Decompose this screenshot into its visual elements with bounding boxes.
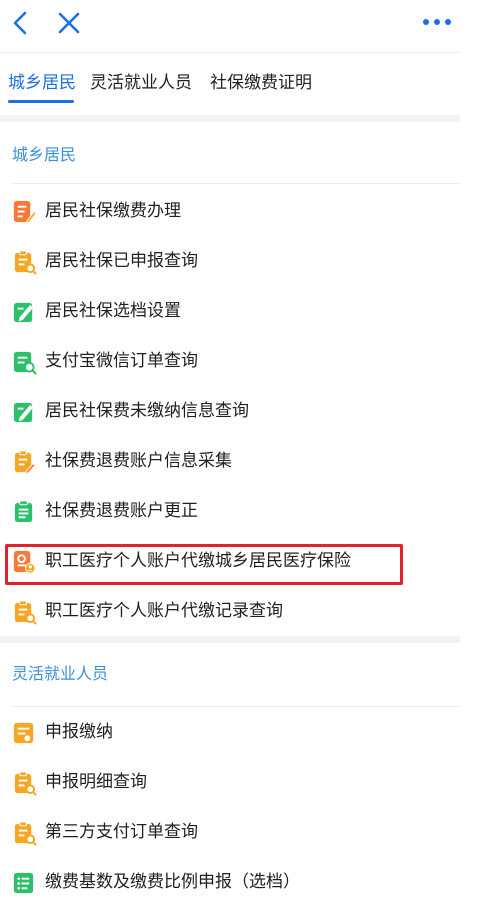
tab-bar: 城乡居民 灵活就业人员 社保缴费证明 (0, 53, 460, 115)
form-pen-icon (11, 199, 37, 225)
clipboard-search-icon (11, 770, 37, 796)
section-title-flexible-employment: 灵活就业人员 (12, 664, 109, 683)
list-item[interactable]: 支付宝微信订单查询 (0, 336, 460, 386)
clipboard-check-icon (11, 499, 37, 525)
list-item[interactable]: 申报明细查询 (0, 757, 460, 807)
edit-settings-icon (11, 299, 37, 325)
list-item-label: 居民社保费未缴纳信息查询 (45, 401, 249, 421)
list-form-icon (11, 870, 37, 896)
list-item-label: 职工医疗个人账户代缴记录查询 (45, 601, 283, 621)
list-item-label: 居民社保已申报查询 (45, 251, 198, 271)
clipboard-search-icon (11, 599, 37, 625)
list-item-label: 第三方支付订单查询 (45, 822, 198, 842)
divider (12, 183, 460, 184)
list-item[interactable]: 第三方支付订单查询 (0, 807, 460, 857)
list-item[interactable]: 居民社保缴费办理 (0, 186, 460, 236)
list-item-label: 社保费退费账户更正 (45, 501, 198, 521)
close-icon[interactable] (54, 8, 84, 38)
clipboard-search-icon (11, 820, 37, 846)
list-item-label: 社保费退费账户信息采集 (45, 451, 232, 471)
clipboard-search-icon (11, 249, 37, 275)
order-search-icon (11, 349, 37, 375)
tab-urban-rural-residents[interactable]: 城乡居民 (8, 71, 76, 95)
payment-card-icon (11, 720, 37, 746)
chevron-left-icon[interactable] (6, 8, 36, 38)
more-dots-icon[interactable] (420, 14, 454, 30)
list-item[interactable]: 居民社保已申报查询 (0, 236, 460, 286)
list-item-label: 居民社保缴费办理 (45, 201, 181, 221)
list-item[interactable]: 居民社保选档设置 (0, 286, 460, 336)
list-item[interactable]: 社保费退费账户信息采集 (0, 436, 460, 486)
list-item[interactable]: 社保费退费账户更正 (0, 486, 460, 536)
list-item-label: 申报明细查询 (45, 772, 147, 792)
tab-flexible-employment[interactable]: 灵活就业人员 (90, 71, 192, 95)
section-divider (0, 636, 460, 643)
list-item[interactable]: 职工医疗个人账户代缴记录查询 (0, 586, 460, 636)
list-item[interactable]: 居民社保费未缴纳信息查询 (0, 386, 460, 436)
clipboard-edit-icon (11, 449, 37, 475)
list-item[interactable]: 申报缴纳 (0, 707, 460, 757)
list-item-label: 居民社保选档设置 (45, 301, 181, 321)
active-tab-indicator (8, 100, 74, 103)
list-item-label: 申报缴纳 (45, 722, 113, 742)
highlight-box (5, 544, 403, 585)
list-item[interactable]: 缴费基数及缴费比例申报（选档） (0, 857, 460, 907)
list-item-label: 支付宝微信订单查询 (45, 351, 198, 371)
section-divider (0, 115, 460, 122)
list-item-label: 缴费基数及缴费比例申报（选档） (45, 872, 300, 892)
edit-settings-icon (11, 399, 37, 425)
section-title-urban-rural: 城乡居民 (12, 145, 77, 164)
top-nav-bar (0, 0, 460, 53)
tab-payment-certificate[interactable]: 社保缴费证明 (210, 71, 312, 95)
